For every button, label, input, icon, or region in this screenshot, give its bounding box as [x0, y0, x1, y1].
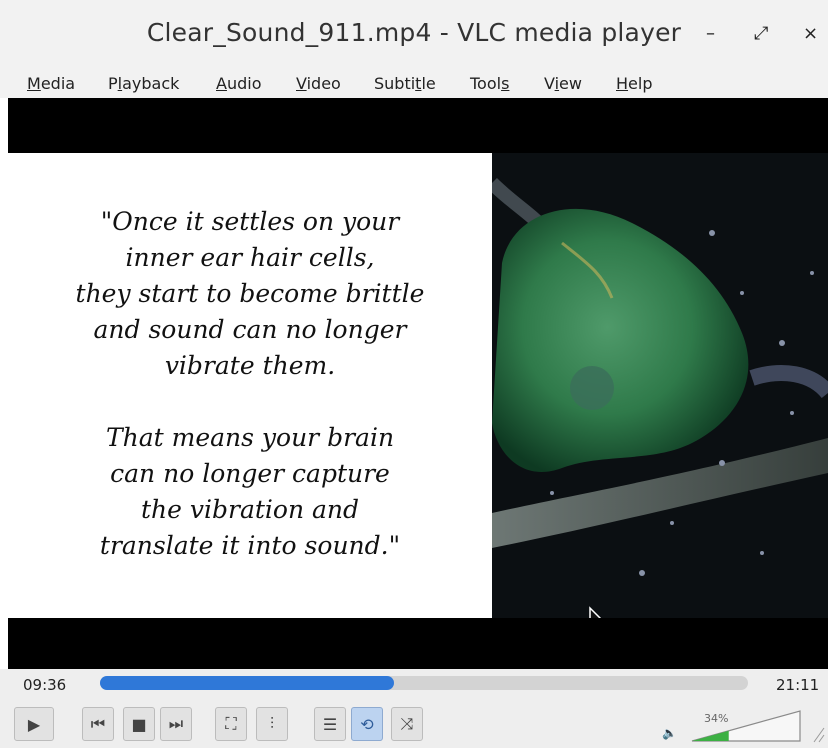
loop-icon: ⟲ — [360, 714, 374, 734]
menu-help[interactable]: Help — [616, 74, 652, 93]
next-icon: ⏭ — [168, 714, 184, 733]
fullscreen-icon: ⛶ — [225, 714, 237, 733]
playlist-icon: ☰ — [322, 714, 338, 734]
shuffle-icon: ⤨ — [400, 714, 414, 733]
title-bar: Clear_Sound_911.mp4 - VLC media player –… — [0, 0, 828, 70]
volume-slider[interactable] — [690, 708, 804, 744]
menu-tools[interactable]: Tools — [470, 74, 509, 93]
video-scene-image — [492, 153, 828, 618]
shuffle-button[interactable]: ⤨ — [391, 707, 423, 741]
stop-icon: ■ — [131, 714, 147, 734]
menu-subtitle[interactable]: Subtitle — [374, 74, 436, 93]
menu-playback[interactable]: Playback — [108, 74, 179, 93]
speaker-icon[interactable]: 🔈 — [662, 726, 677, 740]
previous-icon: ⏮ — [90, 714, 106, 733]
maximize-button[interactable]: ⤢ — [754, 24, 768, 44]
seek-progress — [100, 676, 394, 690]
seek-bar[interactable] — [100, 676, 748, 690]
previous-button[interactable]: ⏮ — [82, 707, 114, 741]
stop-button[interactable]: ■ — [123, 707, 155, 741]
menu-bar: Media Playback Audio Video Subtitle Tool… — [0, 70, 828, 98]
menu-media[interactable]: Media — [27, 74, 75, 93]
close-button[interactable]: × — [803, 24, 818, 44]
fullscreen-button[interactable]: ⛶ — [215, 707, 247, 741]
menu-audio[interactable]: Audio — [216, 74, 261, 93]
next-button[interactable]: ⏭ — [160, 707, 192, 741]
resize-grip[interactable] — [812, 722, 826, 744]
video-area[interactable]: "Once it settles on your inner ear hair … — [8, 98, 828, 669]
total-time: 21:11 — [776, 676, 820, 694]
playlist-button[interactable]: ☰ — [314, 707, 346, 741]
video-text-panel: "Once it settles on your inner ear hair … — [8, 153, 492, 618]
window-title: Clear_Sound_911.mp4 - VLC media player — [146, 18, 682, 47]
minimize-button[interactable]: – — [706, 24, 715, 44]
extended-settings-button[interactable]: ⫶ — [256, 707, 288, 741]
menu-view[interactable]: View — [544, 74, 582, 93]
loop-button[interactable]: ⟲ — [351, 707, 383, 741]
equalizer-icon: ⫶ — [269, 714, 274, 733]
video-quote: "Once it settles on your inner ear hair … — [75, 207, 425, 560]
play-button[interactable]: ▶ — [14, 707, 54, 741]
menu-video[interactable]: Video — [296, 74, 341, 93]
elapsed-time: 09:36 — [23, 676, 67, 694]
play-icon: ▶ — [27, 714, 41, 734]
